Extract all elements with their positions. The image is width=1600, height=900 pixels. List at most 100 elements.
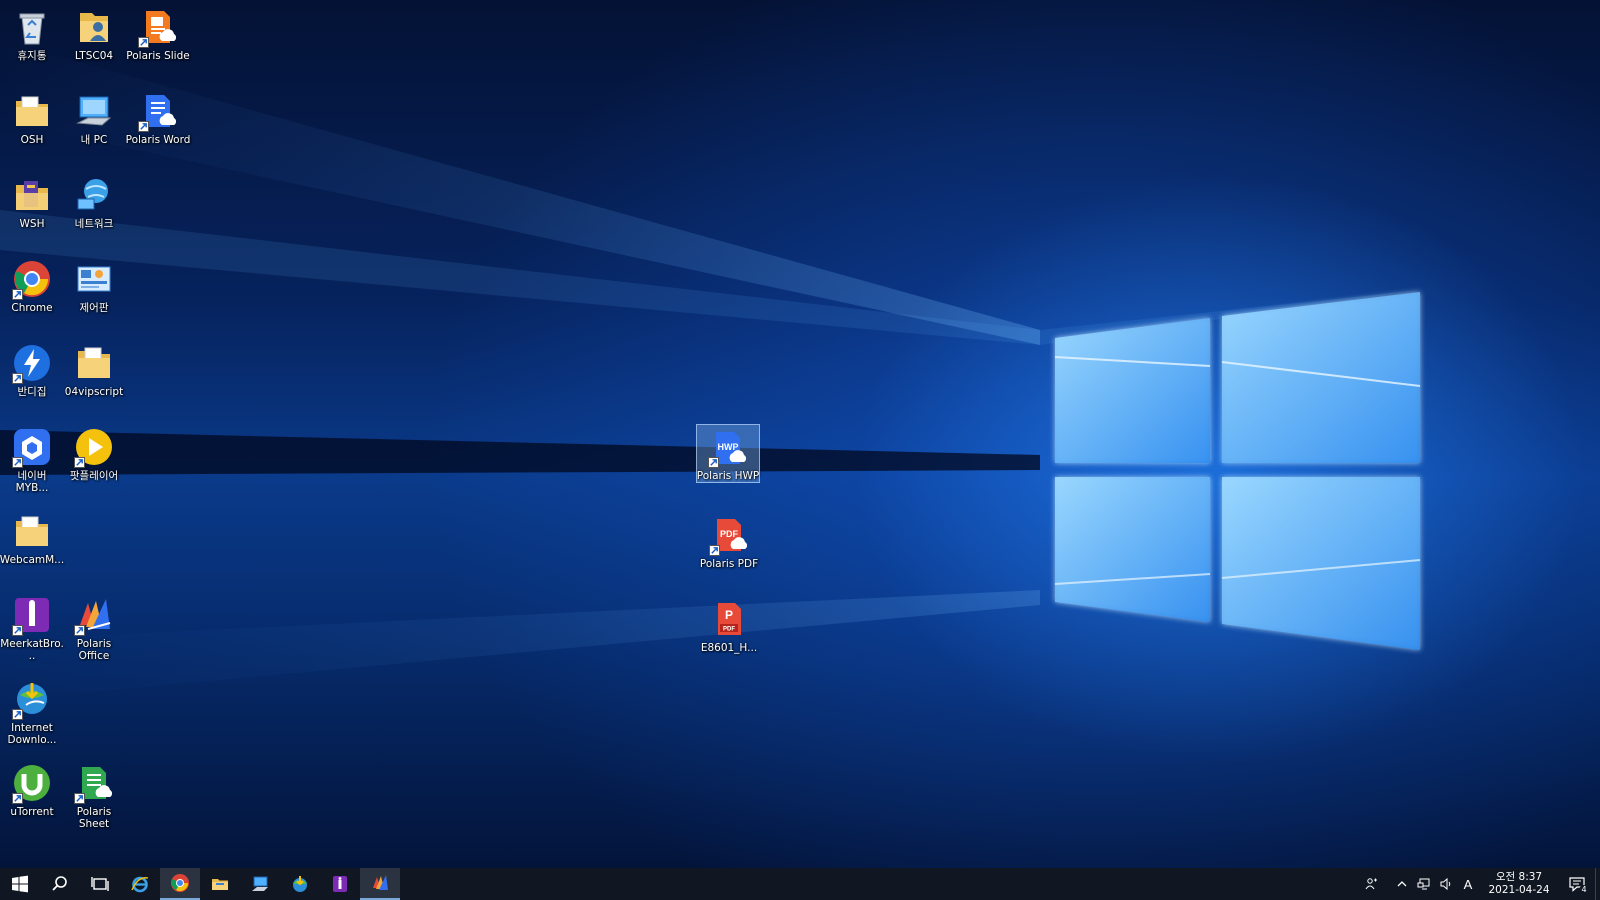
recycle-bin-icon bbox=[11, 6, 53, 48]
tray-overflow-button[interactable] bbox=[1391, 868, 1413, 900]
control-panel-icon bbox=[73, 258, 115, 300]
desktop-wallpaper bbox=[0, 0, 1600, 868]
desktop-icon-potplayer[interactable]: 팟플레이어 bbox=[62, 420, 126, 500]
polaris-word-icon bbox=[137, 90, 179, 132]
file-explorer-icon bbox=[212, 879, 228, 890]
task-view-icon bbox=[91, 877, 109, 891]
desktop-icon-ltsc04[interactable]: LTSC04 bbox=[62, 0, 126, 80]
desktop-icon-label: LTSC04 bbox=[74, 50, 114, 62]
desktop-icon-chrome[interactable]: Chrome bbox=[0, 252, 64, 332]
desktop-icon-label: Polaris Slide bbox=[126, 50, 190, 62]
desktop-icon-naver-mybox[interactable]: 네이버 MYB... bbox=[0, 420, 64, 504]
bandizip-icon bbox=[11, 342, 53, 384]
desktop-icon-label: Polaris Sheet bbox=[76, 806, 112, 830]
chrome-icon bbox=[11, 258, 53, 300]
windows-logo-wallpaper bbox=[0, 40, 1421, 700]
pdf-small-badge: PDF bbox=[723, 627, 735, 633]
user-folder-icon bbox=[73, 6, 115, 48]
pdf-file-icon: P PDF bbox=[708, 598, 750, 640]
show-desktop-button[interactable] bbox=[1595, 868, 1600, 900]
shortcut-arrow-icon bbox=[74, 625, 85, 636]
computer-icon bbox=[252, 876, 268, 891]
shortcut-arrow-icon bbox=[12, 373, 23, 384]
desktop-icon-network[interactable]: 네트워크 bbox=[62, 168, 126, 248]
desktop-icon-polaris-hwp[interactable]: HWP Polaris HWP bbox=[696, 424, 760, 483]
polaris-hwp-icon: HWP bbox=[707, 428, 749, 468]
desktop-icon-control-panel[interactable]: 제어판 bbox=[62, 252, 126, 332]
naver-mybox-icon bbox=[11, 426, 53, 468]
polaris-slide-icon bbox=[137, 6, 179, 48]
taskbar-chrome[interactable] bbox=[160, 868, 200, 900]
desktop-icon-recycle-bin[interactable]: 휴지통 bbox=[0, 0, 64, 80]
desktop-icon-04vipscript[interactable]: 04vipscript bbox=[62, 336, 126, 416]
shortcut-arrow-icon bbox=[12, 457, 23, 468]
shortcut-arrow-icon bbox=[74, 793, 85, 804]
utorrent-icon bbox=[11, 762, 53, 804]
search-button[interactable] bbox=[40, 868, 80, 900]
action-center-button[interactable]: 4 bbox=[1559, 868, 1595, 900]
desktop-icon-label: MeerkatBro... bbox=[0, 638, 64, 662]
desktop-icon-polaris-sheet[interactable]: Polaris Sheet bbox=[62, 756, 126, 836]
taskbar-clock[interactable]: 오전 8:37 2021-04-24 bbox=[1479, 868, 1559, 900]
desktop-icon-utorrent[interactable]: uTorrent bbox=[0, 756, 64, 836]
speaker-icon bbox=[1440, 877, 1451, 891]
desktop-icon-label: Chrome bbox=[11, 302, 53, 314]
taskbar-polaris-office[interactable] bbox=[360, 868, 400, 900]
wsh-folder-icon bbox=[11, 174, 53, 216]
network-icon bbox=[73, 174, 115, 216]
tray-volume-button[interactable] bbox=[1435, 868, 1457, 900]
shortcut-arrow-icon bbox=[138, 37, 149, 48]
taskbar-my-pc[interactable] bbox=[240, 868, 280, 900]
desktop-icon-webcam[interactable]: WebcamM... bbox=[0, 504, 64, 584]
internet-explorer-icon bbox=[131, 876, 149, 893]
chrome-icon bbox=[171, 874, 189, 892]
potplayer-icon bbox=[73, 426, 115, 468]
shortcut-arrow-icon bbox=[138, 121, 149, 132]
desktop-icon-meerkat[interactable]: MeerkatBro... bbox=[0, 588, 64, 668]
shortcut-arrow-icon bbox=[12, 793, 23, 804]
desktop-icon-label: E8601_H... bbox=[700, 642, 758, 654]
desktop-icon-label: 네이버 MYB... bbox=[15, 470, 49, 494]
desktop-icon-idm[interactable]: Internet Downlo... bbox=[0, 672, 64, 756]
desktop-icon-polaris-office[interactable]: Polaris Office bbox=[62, 588, 126, 668]
people-icon bbox=[1365, 878, 1377, 890]
ime-indicator[interactable]: A bbox=[1457, 868, 1479, 900]
tray-network-button[interactable] bbox=[1413, 868, 1435, 900]
desktop-icon-wsh[interactable]: WSH bbox=[0, 168, 64, 248]
polaris-sheet-icon bbox=[73, 762, 115, 804]
desktop-icon-polaris-slide[interactable]: Polaris Slide bbox=[126, 0, 190, 80]
desktop-icon-e8601[interactable]: P PDF E8601_H... bbox=[697, 592, 761, 672]
internet-download-manager-icon bbox=[293, 876, 307, 892]
desktop-icon-label: 휴지통 bbox=[17, 50, 47, 62]
shortcut-arrow-icon bbox=[708, 457, 719, 468]
folder-icon bbox=[11, 90, 53, 132]
internet-download-manager-icon bbox=[11, 678, 53, 720]
desktop-icon-bandizip[interactable]: 반디집 bbox=[0, 336, 64, 416]
start-button[interactable] bbox=[0, 868, 40, 900]
polaris-office-icon bbox=[373, 875, 388, 890]
hwp-badge: HWP bbox=[718, 442, 739, 452]
tray-people-button[interactable] bbox=[1361, 868, 1383, 900]
search-icon bbox=[52, 876, 67, 891]
clock-time: 오전 8:37 bbox=[1495, 871, 1543, 883]
pdf-badge: PDF bbox=[720, 529, 739, 539]
polaris-pdf-icon: PDF bbox=[708, 514, 750, 556]
taskbar-internet-explorer[interactable] bbox=[120, 868, 160, 900]
taskbar-meerkat-browser[interactable] bbox=[320, 868, 360, 900]
taskbar-internet-download-manager[interactable] bbox=[280, 868, 320, 900]
desktop-icon-label: 네트워크 bbox=[74, 218, 114, 230]
task-view-button[interactable] bbox=[80, 868, 120, 900]
desktop-icon-polaris-pdf[interactable]: PDF Polaris PDF bbox=[697, 508, 761, 588]
taskbar-file-explorer[interactable] bbox=[200, 868, 240, 900]
desktop-icon-label: 팟플레이어 bbox=[69, 470, 119, 482]
desktop-icon-polaris-word[interactable]: Polaris Word bbox=[126, 84, 190, 164]
desktop-icon-label: Polaris HWP bbox=[696, 470, 760, 482]
desktop-icon-label: Polaris Word bbox=[125, 134, 191, 146]
shortcut-arrow-icon bbox=[74, 457, 85, 468]
desktop-icon-my-pc[interactable]: 내 PC bbox=[62, 84, 126, 164]
windows-start-icon bbox=[12, 875, 28, 893]
notification-count-badge: 4 bbox=[1579, 885, 1589, 895]
desktop-icon-label: OSH bbox=[20, 134, 44, 146]
computer-icon bbox=[73, 90, 115, 132]
desktop-icon-osh[interactable]: OSH bbox=[0, 84, 64, 164]
